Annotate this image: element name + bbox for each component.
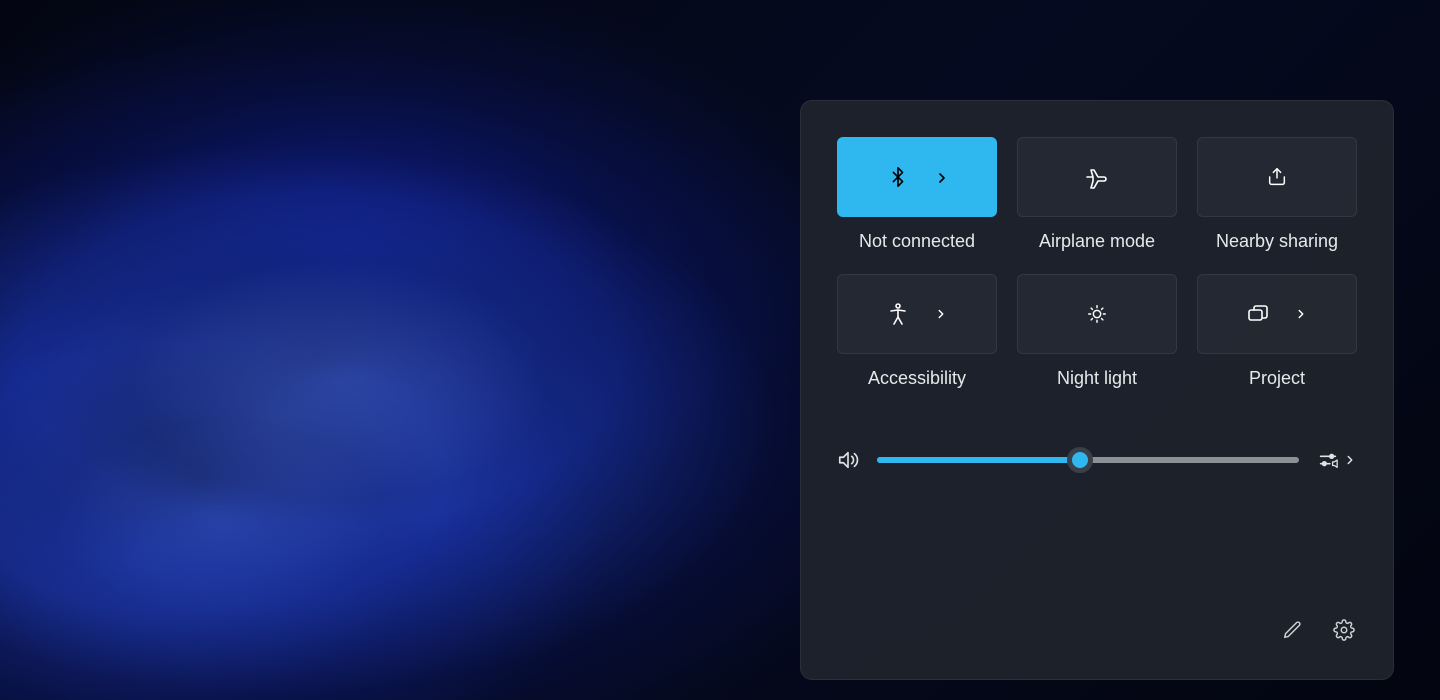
tile-nightlight-wrap: Night light <box>1017 274 1177 389</box>
quick-settings-footer <box>837 607 1357 643</box>
tile-project-label: Project <box>1249 368 1305 389</box>
audio-output-button[interactable] <box>1317 449 1357 471</box>
volume-slider-fill <box>877 457 1080 463</box>
volume-slider-thumb[interactable] <box>1067 447 1093 473</box>
nightlight-icon <box>1085 302 1109 326</box>
quick-settings-panel: Not connected Airplane mode Nearby shari… <box>800 100 1394 680</box>
volume-slider[interactable] <box>877 457 1299 463</box>
tile-bluetooth[interactable] <box>837 137 997 217</box>
speaker-icon[interactable] <box>837 449 859 471</box>
settings-button[interactable] <box>1333 619 1357 643</box>
tile-airplane-label: Airplane mode <box>1039 231 1155 252</box>
project-icon <box>1246 302 1270 326</box>
tile-nearby-label: Nearby sharing <box>1216 231 1338 252</box>
tile-accessibility-label: Accessibility <box>868 368 966 389</box>
tile-nearby[interactable] <box>1197 137 1357 217</box>
bluetooth-icon <box>886 165 910 189</box>
chevron-right-icon <box>934 307 948 321</box>
tile-project[interactable] <box>1197 274 1357 354</box>
quick-settings-tiles: Not connected Airplane mode Nearby shari… <box>837 137 1357 389</box>
tile-nightlight-label: Night light <box>1057 368 1137 389</box>
tile-airplane[interactable] <box>1017 137 1177 217</box>
tile-project-wrap: Project <box>1197 274 1357 389</box>
tile-airplane-wrap: Airplane mode <box>1017 137 1177 252</box>
chevron-right-icon <box>934 170 948 184</box>
tile-nearby-wrap: Nearby sharing <box>1197 137 1357 252</box>
volume-row <box>837 449 1357 471</box>
tile-bluetooth-wrap: Not connected <box>837 137 997 252</box>
chevron-right-icon <box>1294 307 1308 321</box>
tile-bluetooth-label: Not connected <box>859 231 975 252</box>
accessibility-icon <box>886 302 910 326</box>
share-icon <box>1265 165 1289 189</box>
tile-accessibility-wrap: Accessibility <box>837 274 997 389</box>
airplane-icon <box>1085 165 1109 189</box>
edit-button[interactable] <box>1281 619 1305 643</box>
tile-accessibility[interactable] <box>837 274 997 354</box>
tile-nightlight[interactable] <box>1017 274 1177 354</box>
